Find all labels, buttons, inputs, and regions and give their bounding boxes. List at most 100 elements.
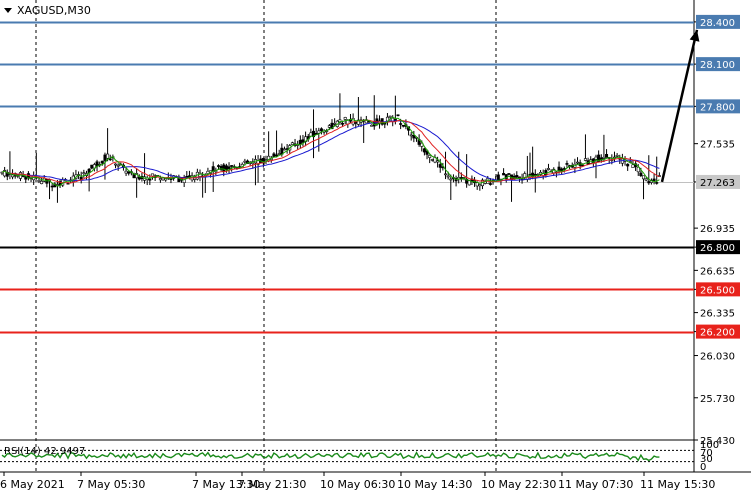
price-tick-label: 26.935 [700, 224, 735, 235]
candle-body [602, 156, 606, 159]
price-tick-label: 28.400 [700, 18, 735, 29]
time-tick-label: 6 May 2021 [0, 478, 65, 491]
candle-body [114, 163, 118, 166]
time-tick-label: 7 May 05:30 [77, 478, 145, 491]
candle-body [90, 164, 94, 169]
time-tick-label: 10 May 14:30 [397, 478, 472, 491]
candle-body [50, 185, 54, 188]
candle-body [507, 173, 511, 175]
candle-body [319, 128, 323, 131]
candle-body [444, 173, 448, 176]
price-tick-label: 28.100 [700, 60, 735, 71]
candle-body [642, 175, 646, 180]
candle-body [298, 139, 302, 145]
candle-body [428, 155, 432, 158]
candle-body [370, 124, 374, 127]
candle-body [449, 178, 453, 181]
price-tick-label: 27.800 [700, 102, 735, 113]
candle-body [116, 164, 120, 167]
candle-body [399, 123, 403, 125]
candle-body [277, 153, 281, 155]
rsi-tick-label: 0 [700, 462, 706, 473]
candle-body [40, 180, 44, 185]
candle-body [436, 160, 440, 163]
candle-body [409, 134, 413, 137]
price-tick-label: 26.800 [700, 243, 735, 254]
candle-body [124, 170, 128, 174]
candle-body [488, 183, 492, 185]
candle-body [309, 132, 313, 137]
candle-body [275, 154, 279, 157]
candle-body [227, 166, 231, 169]
candle-body [594, 156, 598, 160]
candle-body [158, 178, 162, 181]
candle-body [343, 117, 347, 120]
candle-body [301, 139, 305, 143]
candle-body [351, 118, 355, 125]
price-chart[interactable]: 28.400 28.100 27.800 27.535 27.263 26.935 26.8… [0, 0, 751, 496]
candle-body [230, 165, 234, 167]
candle-body [341, 123, 345, 125]
dropdown-triangle-icon[interactable] [4, 8, 12, 13]
rsi-label: RSI(14) 42.9497 [4, 446, 85, 457]
candle-body [333, 123, 337, 125]
candle-body [626, 163, 630, 167]
candle-body [639, 172, 643, 177]
candle-body [605, 154, 609, 158]
candle-body [161, 177, 165, 181]
candle-body [430, 159, 434, 161]
candle-body [647, 181, 651, 184]
candle-body [615, 154, 619, 157]
candle-body [216, 165, 220, 167]
candle-body [422, 148, 426, 153]
candle-body [82, 172, 86, 174]
candle-body [631, 164, 635, 168]
candle-body [515, 174, 519, 178]
symbol-label: XAGUSD,M30 [17, 4, 91, 17]
time-tick-label: 7 May 21:30 [238, 478, 306, 491]
time-tick-label: 10 May 22:30 [481, 478, 556, 491]
candle-body [652, 178, 656, 182]
candle-body [243, 160, 247, 163]
candle-body [565, 163, 569, 165]
candle-body [37, 180, 41, 182]
candle-body [100, 160, 104, 164]
price-tick-label: 26.030 [700, 352, 735, 363]
candle-body [272, 153, 276, 157]
candle-body [388, 115, 392, 118]
price-tick-label: 26.635 [700, 266, 735, 277]
candle-body [103, 154, 107, 161]
candle-body [546, 168, 550, 170]
candle-body [290, 142, 294, 145]
candle-body [327, 125, 331, 128]
candle-body [282, 148, 286, 151]
time-tick-label: 10 May 06:30 [320, 478, 395, 491]
candle-body [438, 164, 442, 168]
price-tick-label: 25.730 [700, 394, 735, 405]
candle-body [396, 114, 400, 117]
price-tick-label: 26.200 [700, 328, 735, 339]
candle-body [127, 171, 131, 174]
price-tick-label: 27.535 [700, 140, 735, 151]
time-tick-label: 11 May 15:30 [640, 478, 715, 491]
candle-body [644, 178, 648, 181]
candle-body [446, 175, 450, 178]
candle-body [222, 164, 226, 172]
candle-body [576, 161, 580, 164]
candle-body [106, 153, 110, 159]
price-tick-label: 27.263 [700, 178, 735, 189]
candle-body [655, 182, 659, 184]
candle-body [475, 182, 479, 187]
candle-body [211, 166, 215, 172]
candle-body [478, 184, 482, 187]
candle-body [401, 124, 405, 127]
candle-body [224, 165, 228, 170]
time-tick-label: 11 May 07:30 [558, 478, 633, 491]
candle-body [502, 173, 506, 176]
candle-body [148, 178, 152, 181]
price-tick-label: 26.500 [700, 285, 735, 296]
candle-body [583, 158, 587, 161]
price-tick-label: 26.335 [700, 309, 735, 320]
candle-body [108, 158, 112, 161]
symbol-header[interactable]: XAGUSD,M30 [4, 4, 91, 17]
